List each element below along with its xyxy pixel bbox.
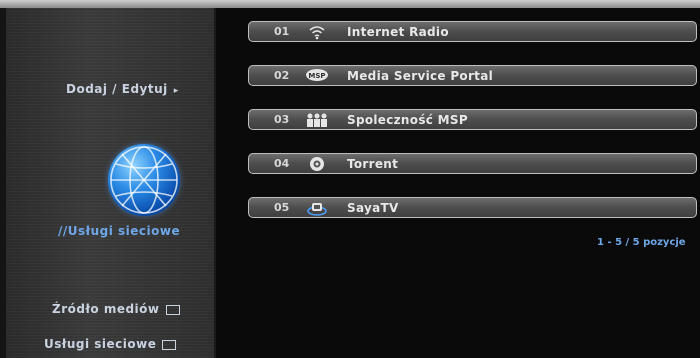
top-bar bbox=[0, 0, 700, 8]
menu-item-torrent[interactable]: 04 Torrent bbox=[248, 153, 697, 174]
msp-icon: MSP bbox=[305, 68, 329, 84]
community-icon bbox=[305, 112, 329, 128]
network-services-section-label: //Usługi sieciowe bbox=[58, 224, 181, 238]
svg-text:MSP: MSP bbox=[308, 72, 325, 80]
square-icon bbox=[162, 339, 177, 350]
menu-item-media-service-portal[interactable]: 02 MSP Media Service Portal bbox=[248, 65, 697, 86]
menu-item-sayatv[interactable]: 05 SayaTV bbox=[248, 197, 697, 218]
item-label: Torrent bbox=[347, 157, 399, 171]
add-edit-label: Dodaj / Edytuj bbox=[66, 82, 168, 96]
network-services-label: Usługi sieciowe bbox=[44, 337, 157, 351]
media-source-button[interactable]: Źródło mediów bbox=[52, 302, 180, 316]
menu-item-internet-radio[interactable]: 01 Internet Radio bbox=[248, 21, 697, 42]
wifi-icon bbox=[305, 24, 329, 40]
media-source-label: Źródło mediów bbox=[52, 302, 160, 316]
menu-item-spolecznosc-msp[interactable]: 03 Spoleczność MSP bbox=[248, 109, 697, 130]
item-number: 01 bbox=[274, 25, 290, 38]
torrent-icon bbox=[305, 156, 329, 172]
arrow-right-icon: ▸ bbox=[173, 86, 179, 96]
item-number: 04 bbox=[274, 157, 290, 170]
item-label: Spoleczność MSP bbox=[347, 113, 468, 127]
globe-icon bbox=[108, 144, 180, 216]
item-label: Internet Radio bbox=[347, 25, 449, 39]
sayatv-icon bbox=[305, 200, 329, 216]
item-number: 02 bbox=[274, 69, 290, 82]
pagination-range: 1 - 5 / 5 pozycje bbox=[597, 237, 686, 248]
add-edit-button[interactable]: Dodaj / Edytuj ▸ bbox=[66, 82, 179, 96]
item-label: SayaTV bbox=[347, 201, 399, 215]
item-number: 03 bbox=[274, 113, 290, 126]
item-number: 05 bbox=[274, 201, 290, 214]
network-services-button[interactable]: Usługi sieciowe bbox=[44, 337, 177, 351]
item-label: Media Service Portal bbox=[347, 69, 494, 83]
square-icon bbox=[165, 304, 180, 315]
